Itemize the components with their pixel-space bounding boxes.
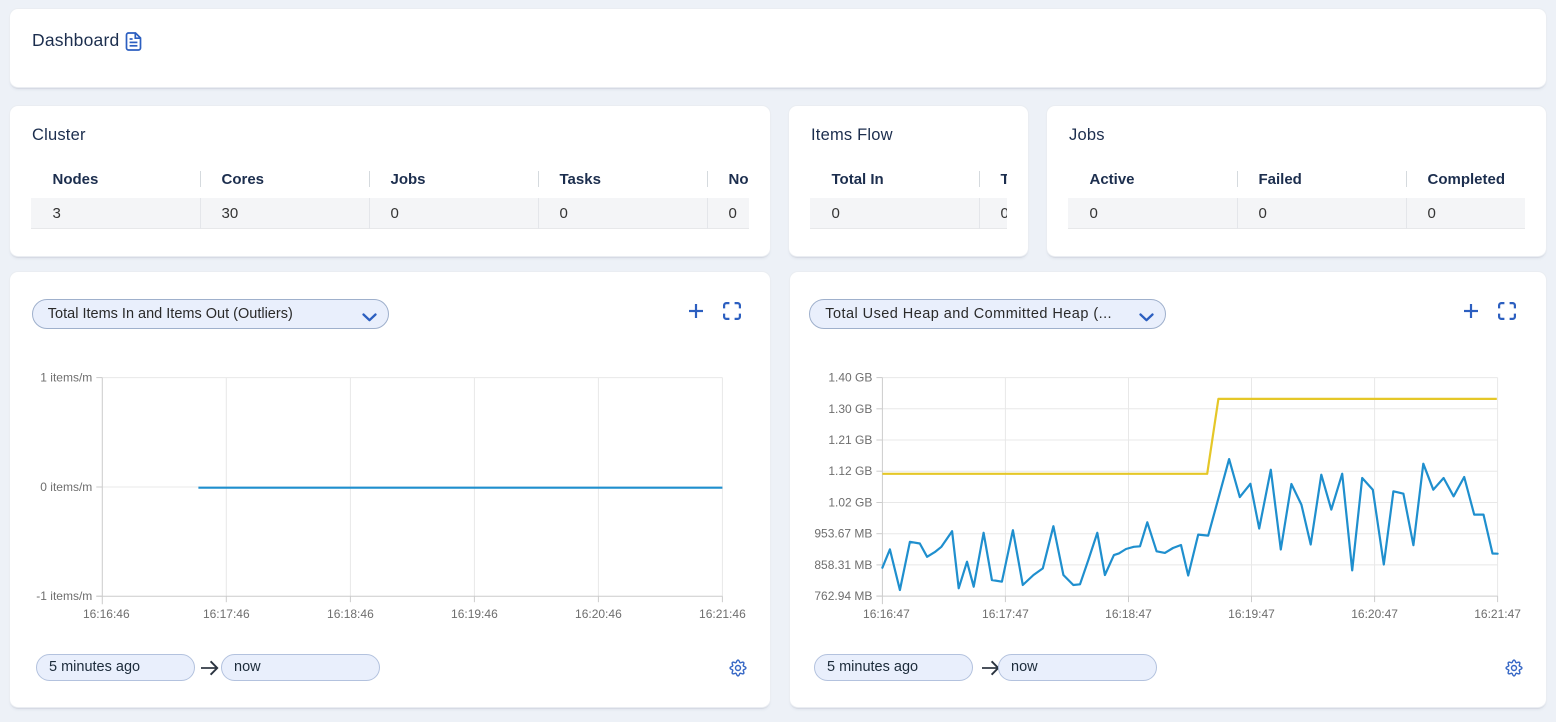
svg-text:1.02 GB: 1.02 GB — [828, 496, 872, 510]
svg-text:953.67 MB: 953.67 MB — [814, 527, 872, 541]
svg-text:16:17:46: 16:17:46 — [203, 607, 250, 621]
svg-text:0 items/m: 0 items/m — [40, 480, 92, 494]
svg-text:16:19:47: 16:19:47 — [1228, 607, 1275, 621]
svg-text:16:21:47: 16:21:47 — [1474, 607, 1521, 621]
svg-text:1.21 GB: 1.21 GB — [828, 433, 872, 447]
svg-text:16:17:47: 16:17:47 — [982, 607, 1029, 621]
svg-text:16:19:46: 16:19:46 — [451, 607, 498, 621]
svg-text:16:18:47: 16:18:47 — [1105, 607, 1152, 621]
svg-text:762.94 MB: 762.94 MB — [814, 589, 872, 603]
svg-text:16:16:47: 16:16:47 — [863, 607, 910, 621]
svg-text:858.31 MB: 858.31 MB — [814, 558, 872, 572]
svg-text:1 items/m: 1 items/m — [40, 371, 92, 385]
svg-text:1.12 GB: 1.12 GB — [828, 464, 872, 478]
svg-text:-1 items/m: -1 items/m — [36, 589, 92, 603]
svg-text:16:20:46: 16:20:46 — [575, 607, 622, 621]
svg-text:1.40 GB: 1.40 GB — [828, 371, 872, 385]
svg-text:16:18:46: 16:18:46 — [327, 607, 374, 621]
svg-text:1.30 GB: 1.30 GB — [828, 402, 872, 416]
svg-text:16:20:47: 16:20:47 — [1351, 607, 1398, 621]
svg-text:16:16:46: 16:16:46 — [83, 607, 130, 621]
svg-text:16:21:46: 16:21:46 — [699, 607, 746, 621]
